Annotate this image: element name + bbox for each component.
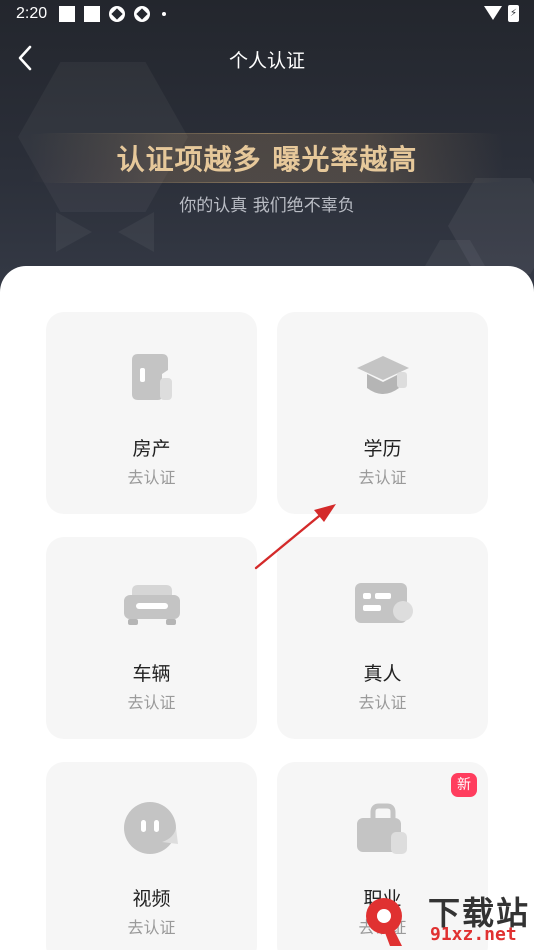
watermark-logo-icon	[366, 898, 402, 946]
notification-icon	[109, 6, 125, 22]
status-time: 2:20	[16, 5, 48, 22]
tile-name: 车辆	[132, 663, 171, 685]
house-icon	[122, 348, 182, 408]
wifi-icon	[484, 6, 502, 20]
graduation-cap-icon	[353, 348, 413, 408]
decorative-triangle	[56, 212, 92, 252]
page-title: 个人认证	[228, 50, 305, 72]
car-icon	[122, 573, 182, 633]
more-notifications-icon	[162, 12, 166, 16]
annotation-arrow-icon	[254, 504, 336, 570]
tile-action: 去认证	[127, 693, 176, 712]
id-card-icon	[353, 573, 413, 633]
tile-action: 去认证	[127, 918, 176, 937]
tile-property[interactable]: 房产 去认证	[46, 312, 257, 514]
slogan-line-top	[40, 133, 494, 134]
hero-slogan: 认证项越多 曝光率越高	[116, 143, 418, 176]
watermark: 下载站 91xz.net	[362, 888, 534, 950]
tile-name: 学历	[363, 438, 402, 460]
new-badge: 新	[451, 773, 477, 797]
status-bar: 2:20 ⚡	[0, 0, 534, 28]
tile-name: 视频	[132, 888, 171, 910]
tile-action: 去认证	[358, 693, 407, 712]
tile-name: 真人	[363, 663, 402, 685]
watermark-url: 91xz.net	[430, 924, 517, 945]
tile-action: 去认证	[358, 468, 407, 487]
briefcase-icon	[353, 798, 413, 858]
hero-subtitle: 你的认真 我们绝不辜负	[179, 196, 355, 216]
tile-action: 去认证	[127, 468, 176, 487]
slogan-line-bottom	[40, 182, 494, 183]
tile-vehicle[interactable]: 车辆 去认证	[46, 537, 257, 739]
decorative-triangle	[118, 212, 154, 252]
tile-video[interactable]: 视频 去认证	[46, 762, 257, 950]
notification-icon	[84, 6, 100, 22]
notification-icon	[134, 6, 150, 22]
tile-education[interactable]: 学历 去认证	[277, 312, 488, 514]
tile-name: 房产	[132, 438, 171, 460]
battery-icon: ⚡	[508, 5, 519, 22]
notification-icon	[59, 6, 75, 22]
video-face-icon	[122, 798, 182, 858]
